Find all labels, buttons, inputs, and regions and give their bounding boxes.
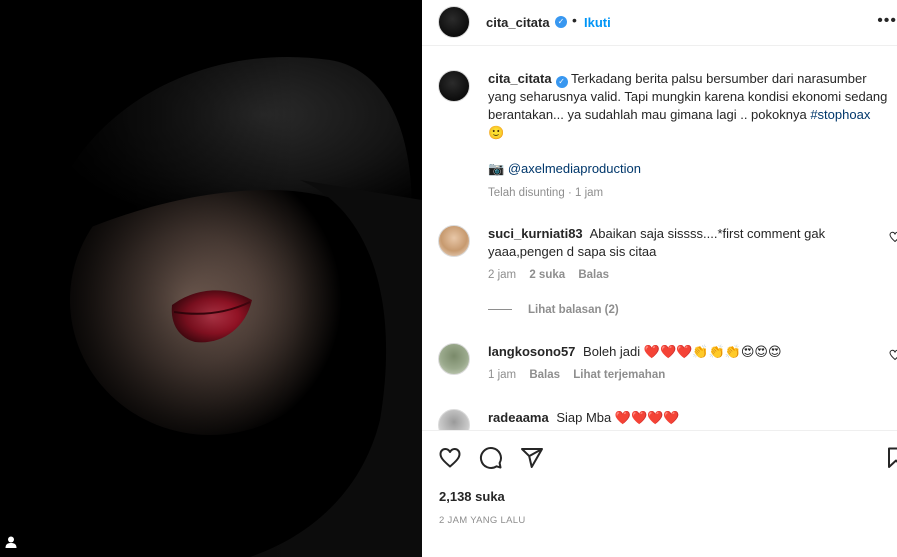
- follow-button[interactable]: Ikuti: [584, 15, 611, 30]
- view-replies[interactable]: Lihat balasan (2): [488, 304, 619, 316]
- share-icon[interactable]: [520, 446, 544, 470]
- commenter-avatar[interactable]: [438, 225, 470, 257]
- commenter-avatar[interactable]: [438, 409, 470, 430]
- caption-credit: 📷 @axelmediaproduction: [488, 160, 889, 178]
- caption-avatar[interactable]: [438, 70, 470, 102]
- caption-meta-separator: ·: [567, 187, 572, 199]
- post-header: cita_citata ✓ • Ikuti •••: [422, 0, 897, 46]
- action-bar: 2,138 suka 2 JAM YANG LALU: [422, 430, 897, 557]
- post-photo[interactable]: [0, 0, 422, 557]
- caption-meta: Telah disunting · 1 jam: [488, 184, 889, 202]
- author-avatar[interactable]: [438, 6, 470, 38]
- post-side-panel: cita_citata ✓ • Ikuti ••• cita_citata ✓ T…: [422, 0, 897, 557]
- comment-text: langkosono57 Boleh jadi ❤️❤️❤️👏👏👏😍😍😍: [488, 343, 877, 361]
- likes-count[interactable]: 2,138 suka: [439, 489, 505, 504]
- post-timestamp[interactable]: 2 JAM YANG LALU: [439, 515, 526, 526]
- comment-username[interactable]: suci_kurniati83: [488, 226, 583, 241]
- commenter-avatar[interactable]: [438, 343, 470, 375]
- heart-icon[interactable]: [438, 446, 462, 470]
- verified-icon: ✓: [555, 16, 567, 28]
- header-separator: •: [572, 12, 577, 28]
- reply-button[interactable]: Balas: [529, 369, 560, 381]
- comment-body: Boleh jadi ❤️❤️❤️👏👏👏😍😍😍: [583, 344, 782, 359]
- mention-link[interactable]: @axelmediaproduction: [508, 161, 641, 176]
- hashtag-link[interactable]: #stophoax: [810, 107, 870, 122]
- heart-icon[interactable]: [889, 349, 897, 361]
- comment-username[interactable]: langkosono57: [488, 344, 575, 359]
- view-replies-label[interactable]: Lihat balasan (2): [528, 304, 619, 316]
- verified-icon: ✓: [555, 76, 568, 88]
- caption-text: cita_citata ✓ Terkadang berita palsu bers…: [488, 70, 889, 202]
- replies-divider: [488, 309, 512, 311]
- comment-username[interactable]: radeaama: [488, 410, 549, 425]
- caption-emoji: 🙂: [488, 125, 505, 140]
- post-dialog: cita_citata ✓ • Ikuti ••• cita_citata ✓ T…: [0, 0, 897, 557]
- comment-icon[interactable]: [479, 446, 503, 470]
- more-icon[interactable]: •••: [877, 12, 897, 30]
- user-tag-icon[interactable]: [4, 535, 18, 549]
- comment-meta: 1 jam Balas Lihat terjemahan: [488, 369, 675, 381]
- reply-button[interactable]: Balas: [578, 269, 609, 281]
- heart-icon[interactable]: [889, 231, 897, 243]
- comment-body: Siap Mba ❤️❤️❤️❤️: [556, 410, 680, 425]
- author-username[interactable]: cita_citata: [486, 15, 550, 30]
- comment-text: radeaama Siap Mba ❤️❤️❤️❤️: [488, 409, 877, 427]
- camera-emoji: 📷: [488, 161, 505, 176]
- edited-label: Telah disunting: [488, 187, 565, 199]
- caption-time[interactable]: 1 jam: [575, 187, 603, 199]
- comment-meta: 2 jam 2 suka Balas: [488, 269, 619, 281]
- bookmark-icon[interactable]: [884, 446, 897, 470]
- comment-likes[interactable]: 2 suka: [529, 269, 565, 281]
- translate-button[interactable]: Lihat terjemahan: [573, 369, 665, 381]
- comment-time[interactable]: 2 jam: [488, 269, 516, 281]
- comment-text: suci_kurniati83 Abaikan saja sissss....*…: [488, 225, 877, 261]
- comments-list[interactable]: cita_citata ✓ Terkadang berita palsu bers…: [422, 47, 897, 430]
- photo-image: [0, 0, 422, 557]
- caption-username[interactable]: cita_citata: [488, 71, 552, 86]
- comment-time[interactable]: 1 jam: [488, 369, 516, 381]
